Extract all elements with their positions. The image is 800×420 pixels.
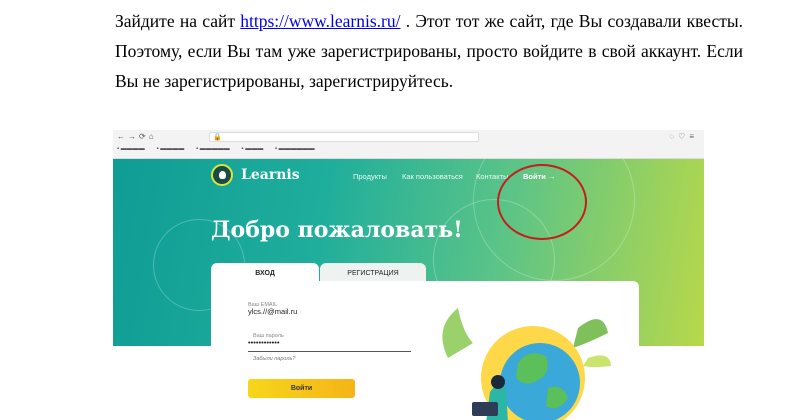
- nav-contacts[interactable]: Контакты: [476, 172, 508, 181]
- bookmark-item: ▪ ▬▬▬▬: [117, 146, 145, 152]
- logo-text: Learnis: [241, 167, 300, 183]
- bookmark-item: ▪ ▬▬▬▬▬: [195, 146, 230, 152]
- leaf-left: [442, 308, 473, 358]
- leaf-right-small: [583, 355, 611, 367]
- embedded-screenshot: ←→⟳⌂ 🔒 ◌♡≡ ▪ ▬▬▬▬ ▪ ▬▬▬▬ ▪ ▬▬▬▬▬ ▪ ▬▬▬ ▪…: [113, 130, 704, 420]
- bookmark-item: ▪ ▬▬▬▬▬▬: [274, 146, 315, 152]
- bookmark-item: ▪ ▬▬▬▬: [156, 146, 185, 152]
- bookmarks-bar: ▪ ▬▬▬▬ ▪ ▬▬▬▬ ▪ ▬▬▬▬▬ ▪ ▬▬▬ ▪ ▬▬▬▬▬▬: [117, 146, 325, 152]
- password-underline: [248, 351, 411, 352]
- password-field[interactable]: ••••••••••••: [248, 338, 280, 347]
- para-start: Зайдите на сайт: [115, 11, 241, 31]
- login-button[interactable]: Войти: [248, 379, 355, 398]
- forgot-password-link[interactable]: Забыли пароль?: [253, 356, 295, 362]
- nav-how-to-use[interactable]: Как пользоваться: [402, 172, 463, 181]
- globe-illustration: [442, 308, 611, 420]
- url-bar: 🔒: [209, 132, 479, 142]
- nav-products[interactable]: Продукты: [353, 172, 387, 181]
- leaf-right: [573, 319, 608, 348]
- welcome-heading: Добро пожаловать!: [211, 217, 463, 243]
- lock-icon: 🔒: [213, 134, 222, 141]
- red-annotation-circle: [497, 164, 587, 240]
- laptop: [472, 402, 498, 416]
- email-field[interactable]: ylcs.//@mail.ru: [248, 307, 297, 316]
- person-head: [491, 375, 505, 389]
- browser-extension-icons: ◌♡≡: [669, 132, 698, 141]
- bookmark-item: ▪ ▬▬▬: [241, 146, 264, 152]
- instruction-paragraph: Зайдите на сайт https://www.learnis.ru/ …: [115, 6, 743, 96]
- browser-nav-icons: ←→⟳⌂: [117, 132, 157, 141]
- browser-toolbar: ←→⟳⌂ 🔒 ◌♡≡ ▪ ▬▬▬▬ ▪ ▬▬▬▬ ▪ ▬▬▬▬▬ ▪ ▬▬▬ ▪…: [113, 130, 704, 159]
- learnis-link[interactable]: https://www.learnis.ru/: [240, 11, 400, 31]
- learnis-logo-icon: [211, 164, 233, 186]
